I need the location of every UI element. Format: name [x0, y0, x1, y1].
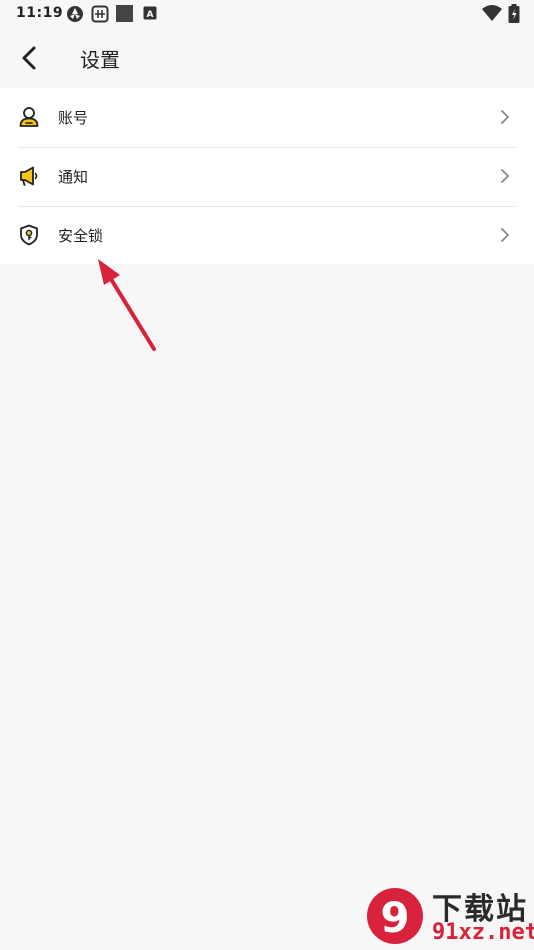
watermark-line2: 91xz.net: [432, 920, 534, 945]
megaphone-icon: [20, 166, 38, 186]
status-time: 11:19: [16, 5, 64, 21]
square-icon: [116, 5, 133, 22]
settings-item-notification[interactable]: 通知: [0, 147, 534, 206]
settings-list: 账号 通知 安全锁: [0, 88, 534, 264]
wifi-icon: [482, 5, 502, 21]
back-button[interactable]: [14, 42, 46, 74]
status-bar: 11:19 A: [0, 0, 534, 28]
watermark-logo-glyph: 9: [380, 893, 409, 942]
annotation-arrow: [98, 259, 156, 351]
keyboard-a-glyph: A: [147, 10, 154, 20]
settings-item-account[interactable]: 账号: [0, 88, 534, 147]
settings-item-label: 账号: [58, 109, 89, 127]
battery-icon: [508, 4, 520, 23]
chevron-left-icon: [22, 46, 36, 70]
chevron-right-icon: [501, 110, 509, 124]
aperture-icon: [67, 6, 83, 22]
settings-item-security-lock[interactable]: 安全锁: [0, 206, 534, 265]
sim-icon: [91, 5, 109, 23]
chevron-right-icon: [501, 228, 509, 242]
shield-lock-icon: [20, 224, 38, 246]
app-header: 设置: [0, 28, 534, 88]
settings-item-label: 安全锁: [58, 227, 104, 245]
settings-item-label: 通知: [58, 168, 89, 186]
page-title: 设置: [80, 48, 120, 72]
chevron-right-icon: [501, 169, 509, 183]
user-icon: [19, 107, 39, 127]
keyboard-a-icon: A: [143, 6, 157, 20]
